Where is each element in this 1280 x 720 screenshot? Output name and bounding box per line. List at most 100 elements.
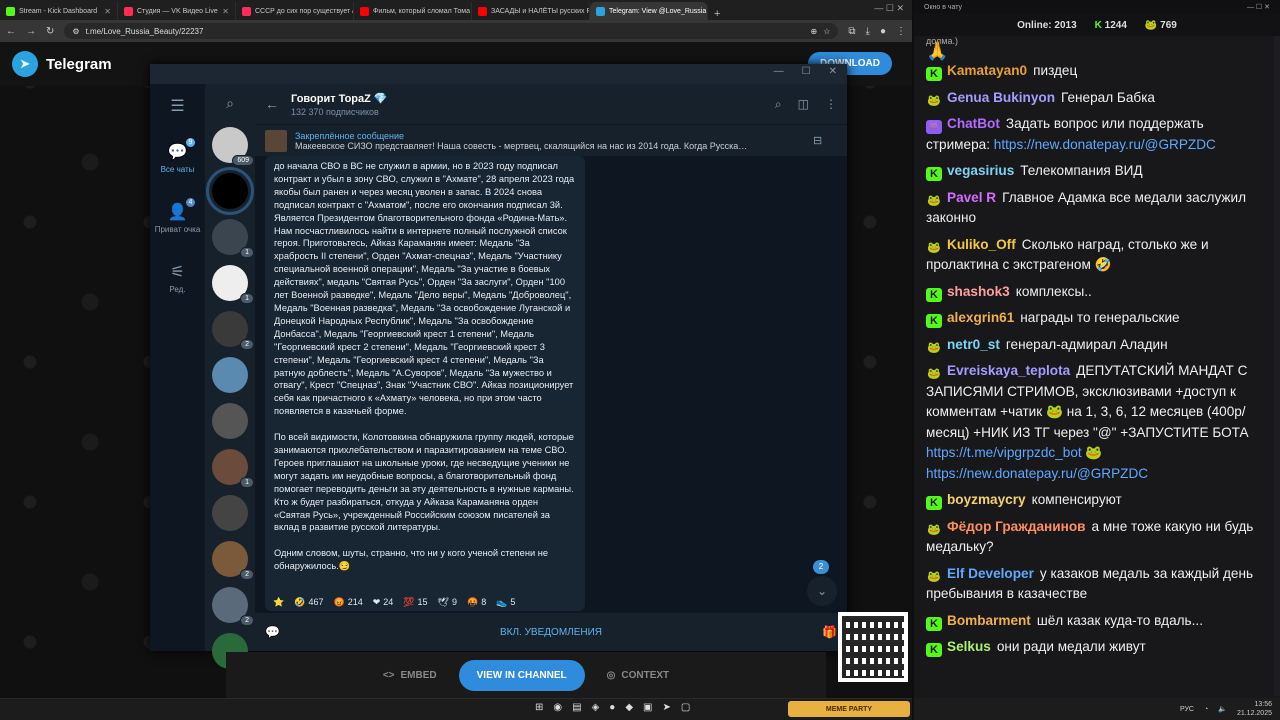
chat-username[interactable]: Pavel R [947,190,996,205]
kick-badge-icon: K [926,616,942,631]
window-controls[interactable]: — ☐ ✕ [1247,3,1270,11]
chat-username[interactable]: Фёдор Гражданинов [947,519,1086,534]
chat-username[interactable]: Selkus [947,639,991,654]
channel-title[interactable]: Говорит TopaZ 💎 [291,92,388,105]
close-icon[interactable]: ✕ [829,66,837,82]
chat-username[interactable]: vegasirius [947,163,1014,178]
chat-avatar[interactable]: 609 [212,127,254,166]
folder-chats[interactable]: 💬 9 Все чаты [150,128,205,188]
clock[interactable]: 13:56 21.12.2025 [1237,700,1272,718]
context-button[interactable]: ◎ CONTEXT [607,670,670,681]
chat-message: Kboyzmaycry компенсируют [926,490,1262,511]
search-icon[interactable]: ⌕ [205,84,255,122]
browser-window-controls[interactable]: — ☐ ✕ [874,3,904,14]
chat-username[interactable]: Genua Bukinyon [947,90,1055,105]
chat-avatar[interactable]: 1 [212,449,254,488]
bookmark-star-icon[interactable]: ☆ [823,27,830,36]
telegram-icon[interactable]: ➤ [662,702,670,713]
app-icon[interactable]: ◆ [625,702,633,713]
network-icon[interactable]: ◔ [1204,706,1208,713]
browser-tab[interactable]: Студия — VK Видео Live ✕ [118,2,236,20]
chat-avatar[interactable]: 2 [212,541,254,580]
reload-icon[interactable]: ↻ [46,26,54,37]
minimize-icon[interactable]: — [774,66,784,82]
browser-tab[interactable]: ЗАСАДЫ и НАЛЁТЫ русских Р…✕ [472,2,590,20]
search-icon[interactable]: ⌕ [775,97,782,112]
pinned-message[interactable]: Закреплённое сообщение Макеевское СИЗО п… [255,124,847,156]
lang-indicator[interactable]: РУС [1180,706,1194,713]
browser-tab[interactable]: Stream - Kick Dashboard ✕ [0,2,118,20]
profile-icon[interactable]: ● [880,26,886,37]
notifications-toggle[interactable]: ВКЛ. УВЕДОМЛЕНИЯ [500,627,602,638]
pinned-list-icon[interactable]: ⊟ [813,134,822,147]
pinned-label: Закреплённое сообщение [295,130,405,141]
chrome-icon[interactable]: ◉ [553,702,562,713]
chat-username[interactable]: Kuliko_Off [947,237,1016,252]
folder-private[interactable]: 👤 4 Приват очка [150,188,205,248]
chat-link[interactable]: https://new.donatepay.ru/@GRPZDC [994,137,1216,152]
back-icon[interactable]: ← [6,26,16,37]
browser-tab[interactable]: СССР до сих пор существует / …✕ [236,2,354,20]
chat-link[interactable]: https://t.me/vipgrpzdc_bot 🐸 https://new… [926,445,1148,481]
chat-username[interactable]: Evreiskaya_teplota [947,363,1070,378]
reaction-chip[interactable]: 🕊 9 [438,597,457,608]
chat-avatar[interactable]: 2 [212,587,254,626]
menu-hamburger[interactable]: ☰ [150,84,205,128]
menu-icon[interactable]: ⋮ [896,26,906,37]
reaction-chip[interactable]: ⭐ [273,597,284,608]
tab-close-icon[interactable]: ✕ [104,7,111,16]
chat-avatar[interactable]: 2 [212,311,254,350]
volume-icon[interactable]: 🔈 [1218,705,1227,713]
scroll-down-button[interactable]: ⌄ [807,576,837,606]
app-icon[interactable]: ▣ [643,702,652,713]
view-in-channel-button[interactable]: VIEW IN CHANNEL [458,659,585,691]
zoom-icon[interactable]: ⊕ [811,27,818,36]
reaction-chip[interactable]: 🤣 467 [294,597,323,608]
comments-icon[interactable]: 💬 [265,625,280,639]
new-tab-button[interactable]: + [708,8,726,20]
chat-avatar[interactable]: 1 [212,219,254,258]
back-arrow-icon[interactable]: ← [265,96,279,112]
chat-username[interactable]: ChatBot [947,116,1000,131]
chat-username[interactable]: shashok3 [947,284,1010,299]
chat-username[interactable]: Bombarment [947,613,1031,628]
more-icon[interactable]: ⋮ [825,97,837,112]
reaction-chip[interactable]: 🤬 8 [467,597,486,608]
pepe-icon: 🐸 [1144,19,1158,31]
start-icon[interactable]: ⊞ [535,702,543,713]
chat-scrollbar[interactable] [1274,36,1280,696]
chat-avatar[interactable]: 1 [212,265,254,304]
embed-button[interactable]: <> EMBED [383,670,437,681]
chat-avatar[interactable] [212,403,248,439]
reaction-chip[interactable]: 😡 214 [333,597,362,608]
explorer-icon[interactable]: ▤ [572,702,581,713]
sidebar-toggle-icon[interactable]: ◫ [798,97,809,112]
chat-avatar[interactable] [206,167,254,215]
hamburger-icon[interactable]: ☰ [170,96,184,116]
site-info-icon[interactable]: ⚙ [72,27,79,36]
folder-edit[interactable]: ⚟ Ред. [150,248,205,308]
steam-icon[interactable]: ◈ [592,702,600,713]
gift-icon[interactable]: 🎁 [822,625,837,639]
app-icon[interactable]: ▢ [681,702,690,713]
extensions-icon[interactable]: ⧉ [848,26,855,37]
chat-username[interactable]: Elf Developer [947,566,1034,581]
qr-code [838,612,908,682]
browser-tab[interactable]: Фильм, который сломал Тома…✕ [354,2,472,20]
reaction-chip[interactable]: 💯 15 [403,597,427,608]
browser-tab[interactable]: Telegram: View @Love_Russia…✕ [590,2,708,20]
chat-username[interactable]: netr0_st [947,337,1000,352]
tab-close-icon[interactable]: ✕ [222,7,229,16]
spotify-icon[interactable]: ● [609,702,615,713]
reaction-chip[interactable]: ❤ 24 [373,597,394,608]
chat-username[interactable]: boyzmaycry [947,492,1026,507]
reaction-chip[interactable]: 👟 5 [496,597,515,608]
maximize-icon[interactable]: ☐ [802,66,811,82]
chat-username[interactable]: Kamatayan0 [947,63,1027,78]
address-bar[interactable]: ⚙ t.me/Love_Russia_Beauty/22237 ⊕ ☆ [64,23,839,39]
chat-avatar[interactable] [212,495,248,531]
download-icon[interactable]: ⤓ [866,26,870,37]
chat-avatar[interactable] [212,357,248,393]
forward-icon[interactable]: → [26,26,36,37]
chat-username[interactable]: alexgrin61 [947,310,1014,325]
